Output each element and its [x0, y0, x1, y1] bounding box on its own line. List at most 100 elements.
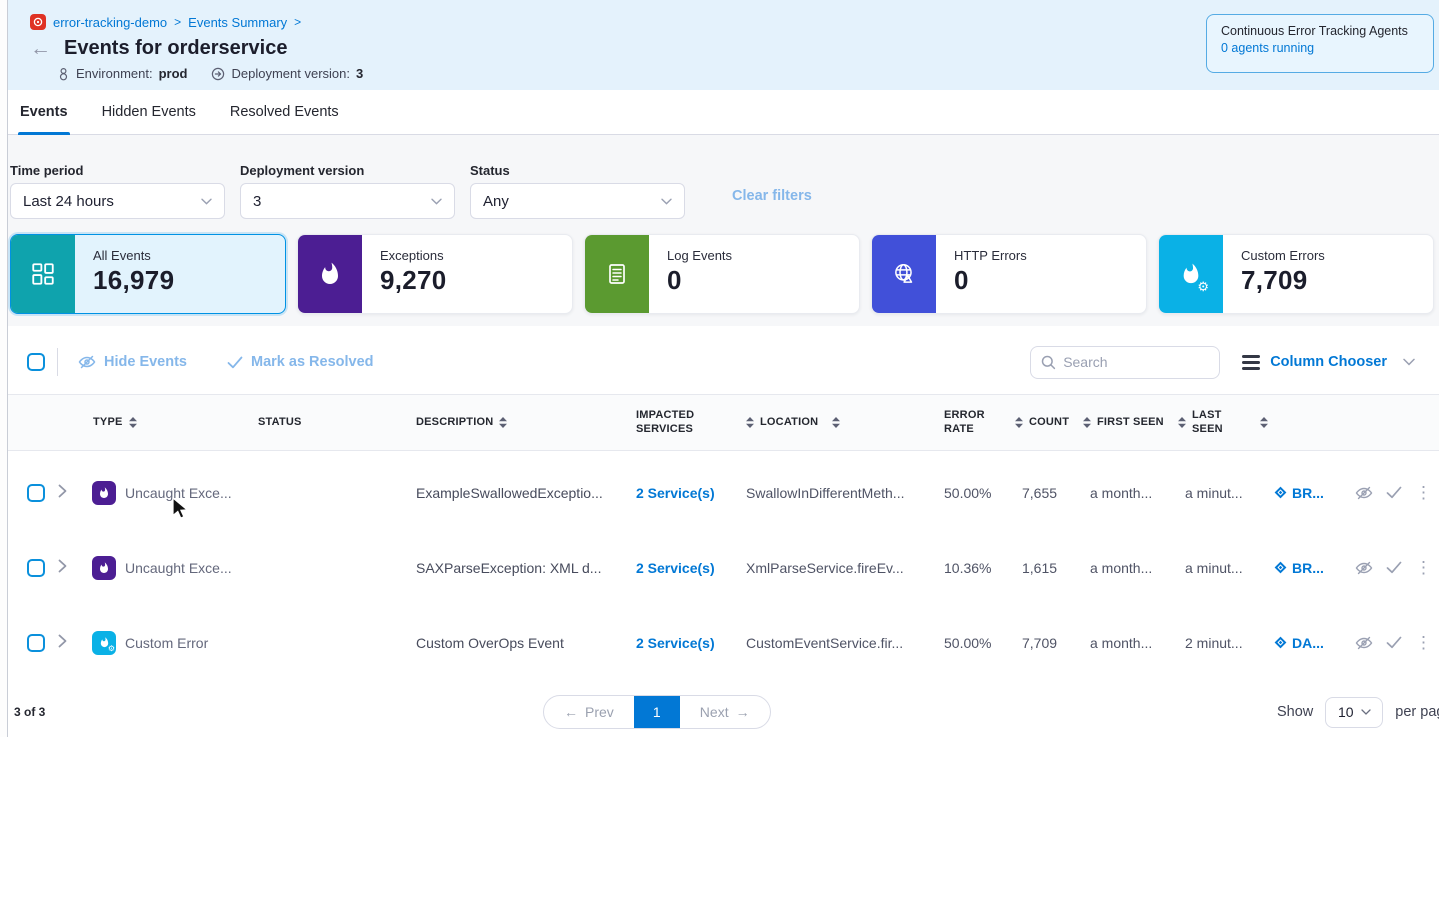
- ticket-badge[interactable]: BR...: [1268, 560, 1348, 576]
- page-header: error-tracking-demo > Events Summary > ←…: [0, 0, 1439, 90]
- row-menu-icon[interactable]: ⋮: [1408, 558, 1439, 578]
- next-page-button[interactable]: Next →: [680, 696, 770, 728]
- row-menu-icon[interactable]: ⋮: [1408, 483, 1439, 503]
- resolve-event-icon[interactable]: [1380, 486, 1408, 499]
- breadcrumb-separator: >: [174, 15, 181, 29]
- mark-resolved-button[interactable]: Mark as Resolved: [227, 354, 374, 370]
- page-size-value: 10: [1338, 704, 1354, 720]
- sort-icon[interactable]: [746, 417, 754, 428]
- clear-filters-button[interactable]: Clear filters: [732, 188, 812, 204]
- time-period-select[interactable]: Last 24 hours: [10, 183, 225, 219]
- sort-icon[interactable]: [1260, 417, 1268, 428]
- tab-hidden-events[interactable]: Hidden Events: [100, 90, 198, 134]
- event-location: CustomEventService.fir...: [737, 635, 935, 651]
- search-input[interactable]: [1063, 354, 1203, 370]
- event-count: 7,655: [1013, 485, 1081, 501]
- status-value: Any: [483, 193, 509, 210]
- card-log-events[interactable]: Log Events 0: [584, 234, 860, 314]
- tab-events[interactable]: Events: [18, 90, 70, 134]
- column-location: LOCATION: [760, 416, 818, 430]
- ticket-badge[interactable]: DA...: [1268, 635, 1348, 651]
- event-type: Custom Error: [125, 635, 208, 651]
- filter-row: Time period Last 24 hours Deployment ver…: [10, 163, 1439, 219]
- page-number-button[interactable]: 1: [634, 696, 680, 728]
- expand-row-icon[interactable]: [54, 634, 84, 651]
- error-rate: 50.00%: [935, 635, 1013, 651]
- deployment-icon: [211, 67, 225, 81]
- expand-row-icon[interactable]: [54, 559, 84, 576]
- sort-icon[interactable]: [499, 417, 507, 428]
- sort-icon[interactable]: [1178, 417, 1186, 428]
- event-location: SwallowInDifferentMeth...: [737, 485, 935, 501]
- prev-arrow-icon: ←: [564, 704, 578, 720]
- exception-type-icon: [92, 481, 116, 505]
- row-menu-icon[interactable]: ⋮: [1408, 633, 1439, 653]
- first-seen: a month...: [1081, 635, 1176, 651]
- event-description: Custom OverOps Event: [407, 635, 627, 651]
- card-label: Log Events: [667, 248, 732, 263]
- impacted-services-link[interactable]: 2 Service(s): [627, 560, 737, 576]
- search-icon: [1041, 355, 1056, 370]
- status-select[interactable]: Any: [470, 183, 685, 219]
- back-button[interactable]: ←: [30, 38, 51, 59]
- resolve-event-icon[interactable]: [1380, 561, 1408, 574]
- breadcrumb-page-link[interactable]: Events Summary: [188, 15, 287, 30]
- column-error-rate: ERROR RATE: [944, 409, 987, 437]
- next-label: Next: [700, 704, 729, 720]
- last-seen: a minut...: [1176, 560, 1268, 576]
- events-table: TYPE STATUS DESCRIPTION IMPACTED SERVICE…: [0, 394, 1439, 678]
- card-custom-errors[interactable]: ⚙ Custom Errors 7,709: [1158, 234, 1434, 314]
- column-status: STATUS: [258, 416, 302, 430]
- chevron-down-icon: [201, 198, 212, 205]
- sort-icon[interactable]: [1083, 417, 1091, 428]
- hide-event-icon[interactable]: [1348, 560, 1380, 576]
- event-count: 1,615: [1013, 560, 1081, 576]
- resolve-event-icon[interactable]: [1380, 636, 1408, 649]
- expand-row-icon[interactable]: [54, 484, 84, 501]
- stat-cards: All Events 16,979 Exceptions 9,270 Log: [10, 234, 1439, 314]
- card-exceptions[interactable]: Exceptions 9,270: [297, 234, 573, 314]
- tab-resolved-events[interactable]: Resolved Events: [228, 90, 341, 134]
- row-checkbox[interactable]: [27, 634, 45, 652]
- breadcrumb-app-link[interactable]: error-tracking-demo: [53, 15, 167, 30]
- error-rate: 50.00%: [935, 485, 1013, 501]
- deployment-version-select[interactable]: 3: [240, 183, 455, 219]
- card-all-events[interactable]: All Events 16,979: [10, 234, 286, 314]
- column-last-seen: LAST SEEN: [1192, 409, 1248, 437]
- hide-events-button[interactable]: Hide Events: [78, 354, 187, 370]
- last-seen: a minut...: [1176, 485, 1268, 501]
- column-impacted-services: IMPACTED SERVICES: [636, 409, 705, 437]
- search-box: [1030, 346, 1220, 379]
- event-location: XmlParseService.fireEv...: [737, 560, 935, 576]
- page-size-select[interactable]: 10: [1325, 697, 1383, 728]
- row-checkbox[interactable]: [27, 484, 45, 502]
- card-value: 0: [667, 265, 732, 296]
- impacted-services-link[interactable]: 2 Service(s): [627, 485, 737, 501]
- show-label: Show: [1277, 704, 1313, 720]
- sort-icon[interactable]: [832, 417, 840, 428]
- column-chooser-button[interactable]: Column Chooser: [1270, 354, 1387, 370]
- event-description: ExampleSwallowedExceptio...: [407, 485, 627, 501]
- prev-page-button[interactable]: ← Prev: [544, 696, 634, 728]
- event-description: SAXParseException: XML d...: [407, 560, 627, 576]
- hide-event-icon[interactable]: [1348, 635, 1380, 651]
- chevron-down-icon: [1361, 709, 1371, 715]
- hide-event-icon[interactable]: [1348, 485, 1380, 501]
- ticket-badge[interactable]: BR...: [1268, 485, 1348, 501]
- impacted-services-link[interactable]: 2 Service(s): [627, 635, 737, 651]
- chevron-down-icon[interactable]: [1403, 358, 1415, 366]
- select-all-checkbox[interactable]: [27, 353, 45, 371]
- pagination: ← Prev 1 Next →: [543, 695, 771, 729]
- document-icon: [585, 235, 649, 313]
- row-checkbox[interactable]: [27, 559, 45, 577]
- sort-icon[interactable]: [1015, 417, 1023, 428]
- agents-running-link[interactable]: 0 agents running: [1221, 41, 1419, 55]
- column-count: COUNT: [1029, 416, 1069, 430]
- sort-icon[interactable]: [129, 417, 137, 428]
- card-http-errors[interactable]: HTTP Errors 0: [871, 234, 1147, 314]
- prev-label: Prev: [585, 704, 614, 720]
- table-footer: 3 of 3 ← Prev 1 Next → Show 10 per page: [0, 694, 1439, 730]
- gear-icon: ⚙: [108, 645, 115, 653]
- card-value: 0: [954, 265, 1027, 296]
- first-seen: a month...: [1081, 485, 1176, 501]
